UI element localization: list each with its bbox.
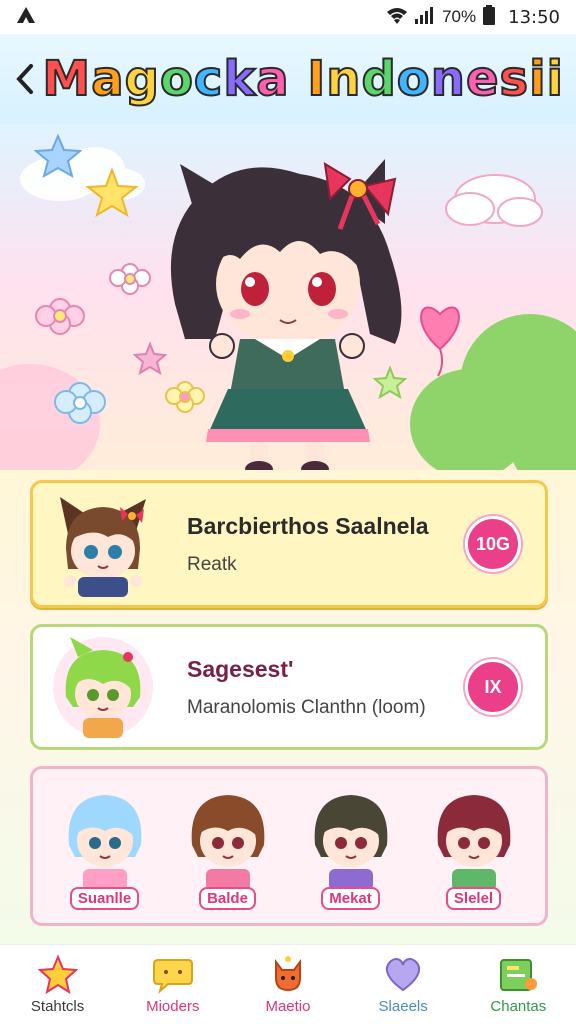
count-badge[interactable]: 10G <box>465 516 521 572</box>
friends-row: Suanlle Balde Mekat Slelel <box>33 777 545 916</box>
nav-label: Slaeels <box>378 998 428 1015</box>
main-character <box>170 159 402 477</box>
friend-avatar <box>191 794 264 891</box>
cloud-right <box>445 174 543 227</box>
battery-icon <box>482 4 496 30</box>
heart-icon <box>386 958 421 992</box>
heart-balloon <box>420 306 460 351</box>
friend-name: Slelel <box>445 886 502 910</box>
friend-name: Mekat <box>321 886 380 910</box>
hero-illustration <box>0 124 576 484</box>
friend-item[interactable]: Mekat <box>296 783 406 910</box>
app-header: Magocka Indonesii <box>0 34 576 124</box>
nav-label: Chantas <box>490 998 547 1015</box>
card-subtitle: Maranolomis Clanthn (loom) <box>187 696 426 718</box>
friend-avatar <box>314 794 387 891</box>
nav-item-chantas[interactable]: Chantas <box>468 954 568 1015</box>
flower <box>35 298 85 335</box>
wifi-icon <box>386 6 408 29</box>
friend-name: Balde <box>199 886 256 910</box>
page-title: Magocka Indonesii <box>41 50 564 108</box>
chat-bubble-icon <box>152 959 193 994</box>
nav-item-stahtcls[interactable]: Stahtcls <box>8 954 108 1015</box>
star-icon <box>37 954 78 994</box>
friend-avatar <box>437 794 510 891</box>
chevron-left-icon <box>16 64 34 94</box>
notification-icon <box>16 6 36 28</box>
nav-item-slaeels[interactable]: Slaeels <box>353 954 453 1015</box>
signal-icon <box>414 6 436 29</box>
nav-label: Mioders <box>146 998 200 1015</box>
nav-label: Stahtcls <box>30 998 85 1015</box>
avatar <box>33 485 173 603</box>
avatar <box>33 628 173 746</box>
folder-icon <box>500 959 538 991</box>
bottom-nav: Stahtcls Mioders Maetio Slaeels Chantas <box>0 944 576 1024</box>
battery-percent: 70% <box>442 7 477 26</box>
friend-item[interactable]: Slelel <box>419 783 529 910</box>
clock: 13:50 <box>508 6 560 28</box>
back-button[interactable] <box>12 59 38 99</box>
friend-item[interactable]: Suanlle <box>50 783 160 910</box>
count-badge[interactable]: IX <box>465 659 521 715</box>
profile-card-1[interactable]: Barcbierthos Saalnela Reatk 10G <box>30 480 548 608</box>
nav-label: Maetio <box>265 998 311 1015</box>
profile-card-2[interactable]: Sagesest' Maranolomis Clanthn (loom) IX <box>30 624 548 750</box>
card-subtitle: Reatk <box>187 553 237 575</box>
nav-item-maetio[interactable]: Maetio <box>238 954 338 1015</box>
fox-icon <box>274 956 301 992</box>
friend-item[interactable]: Balde <box>173 783 283 910</box>
card-title: Barcbierthos Saalnela <box>187 512 429 539</box>
friend-name: Suanlle <box>69 886 140 910</box>
friends-card: Suanlle Balde Mekat Slelel <box>30 766 548 926</box>
status-bar: 70% 13:50 <box>0 0 576 34</box>
card-title: Sagesest' <box>187 655 294 682</box>
friend-avatar <box>68 794 141 891</box>
nav-item-mioders[interactable]: Mioders <box>123 954 223 1015</box>
